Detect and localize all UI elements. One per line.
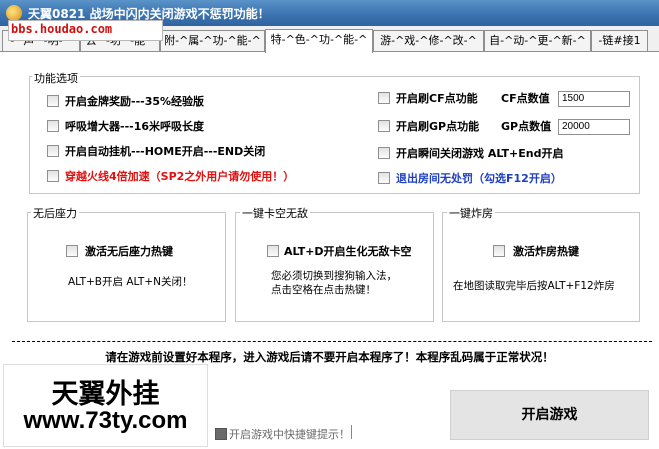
gp-value-input[interactable]: 20000 [558, 119, 630, 135]
bomb-label: 激活炸房热键 [513, 245, 579, 258]
tab-extra-features[interactable]: 附-^属-^功-^能-^ [160, 30, 265, 51]
no-penalty-label: 退出房间无处罚（勾选F12开启） [396, 172, 562, 185]
breath-boost-checkbox[interactable] [47, 120, 59, 132]
speed-hack-label: 穿越火线4倍加速（SP2之外用户请勿使用！） [65, 170, 295, 183]
cf-points-label: 开启刷CF点功能 [396, 92, 478, 105]
recoil-label: 激活无后座力热键 [85, 245, 173, 258]
features-title: 功能选项 [32, 70, 80, 86]
bomb-group [442, 212, 640, 322]
speed-hack-checkbox[interactable] [47, 170, 59, 182]
bomb-checkbox[interactable] [493, 245, 505, 257]
breath-boost-label: 呼吸增大器---16米呼吸长度 [65, 120, 205, 133]
gp-points-checkbox[interactable] [378, 120, 390, 132]
cf-value-input[interactable]: 1500 [558, 91, 630, 107]
recoil-group [27, 212, 226, 322]
bomb-hint: 在地图读取完毕后按ALT+F12炸房 [453, 280, 615, 292]
cf-value-label: CF点数值 [501, 92, 550, 105]
brand-name: 天翼外挂 [51, 379, 160, 410]
notice-text: 请在游戏前设置好本程序，进入游戏后请不要开启本程序了！本程序乱码属于正常状况！ [105, 350, 554, 364]
app-logo-icon [6, 5, 22, 21]
app-window: 天翼0821 战场中闪内关闭游戏不惩罚功能！ bbs.houdao.com -^… [0, 0, 659, 449]
brand-banner: 天翼外挂 www.73ty.com [3, 364, 208, 447]
instant-close-checkbox[interactable] [378, 147, 390, 159]
stuck-group [235, 212, 434, 322]
start-game-button[interactable]: 开启游戏 [450, 390, 649, 440]
gp-points-label: 开启刷GP点功能 [396, 120, 480, 133]
gp-value-label: GP点数值 [501, 120, 552, 133]
recoil-title: 无后座力 [31, 205, 79, 221]
auto-idle-label: 开启自动挂机---HOME开启---END关闭 [65, 145, 266, 158]
site-watermark: bbs.houdao.com [8, 20, 163, 41]
hotkey-hint-checkbox[interactable] [215, 428, 227, 440]
bomb-title: 一键炸房 [447, 205, 495, 221]
auto-idle-checkbox[interactable] [47, 145, 59, 157]
gold-reward-checkbox[interactable] [47, 95, 59, 107]
stuck-label: ALT+D开启生化无敌卡空 [284, 245, 412, 258]
stuck-checkbox[interactable] [267, 245, 279, 257]
tab-auto-update[interactable]: 自-^动-^更-^新-^ [484, 30, 591, 51]
recoil-hint: ALT+B开启 ALT+N关闭！ [68, 276, 193, 288]
hotkey-hint-label: 开启游戏中快捷键提示！ [229, 428, 350, 441]
divider [12, 341, 652, 342]
hint-separator [351, 425, 352, 439]
gold-reward-label: 开启金牌奖励---35%经验版 [65, 95, 205, 108]
recoil-checkbox[interactable] [66, 245, 78, 257]
stuck-title: 一键卡空无敌 [240, 205, 310, 221]
stuck-hint-2: 点击空格在点击热键！ [271, 284, 376, 296]
brand-url: www.73ty.com [23, 407, 188, 434]
tab-links[interactable]: -链#接1 [591, 30, 648, 51]
no-penalty-checkbox[interactable] [378, 172, 390, 184]
tab-special-features[interactable]: 特-^色-^功-^能-^ [265, 29, 373, 53]
instant-close-label: 开启瞬间关闭游戏 ALT+End开启 [396, 147, 564, 160]
cf-points-checkbox[interactable] [378, 92, 390, 104]
stuck-hint-1: 您必须切换到搜狗输入法， [271, 270, 397, 282]
tab-game-mods[interactable]: 游-^戏-^修-^改-^ [373, 30, 484, 51]
